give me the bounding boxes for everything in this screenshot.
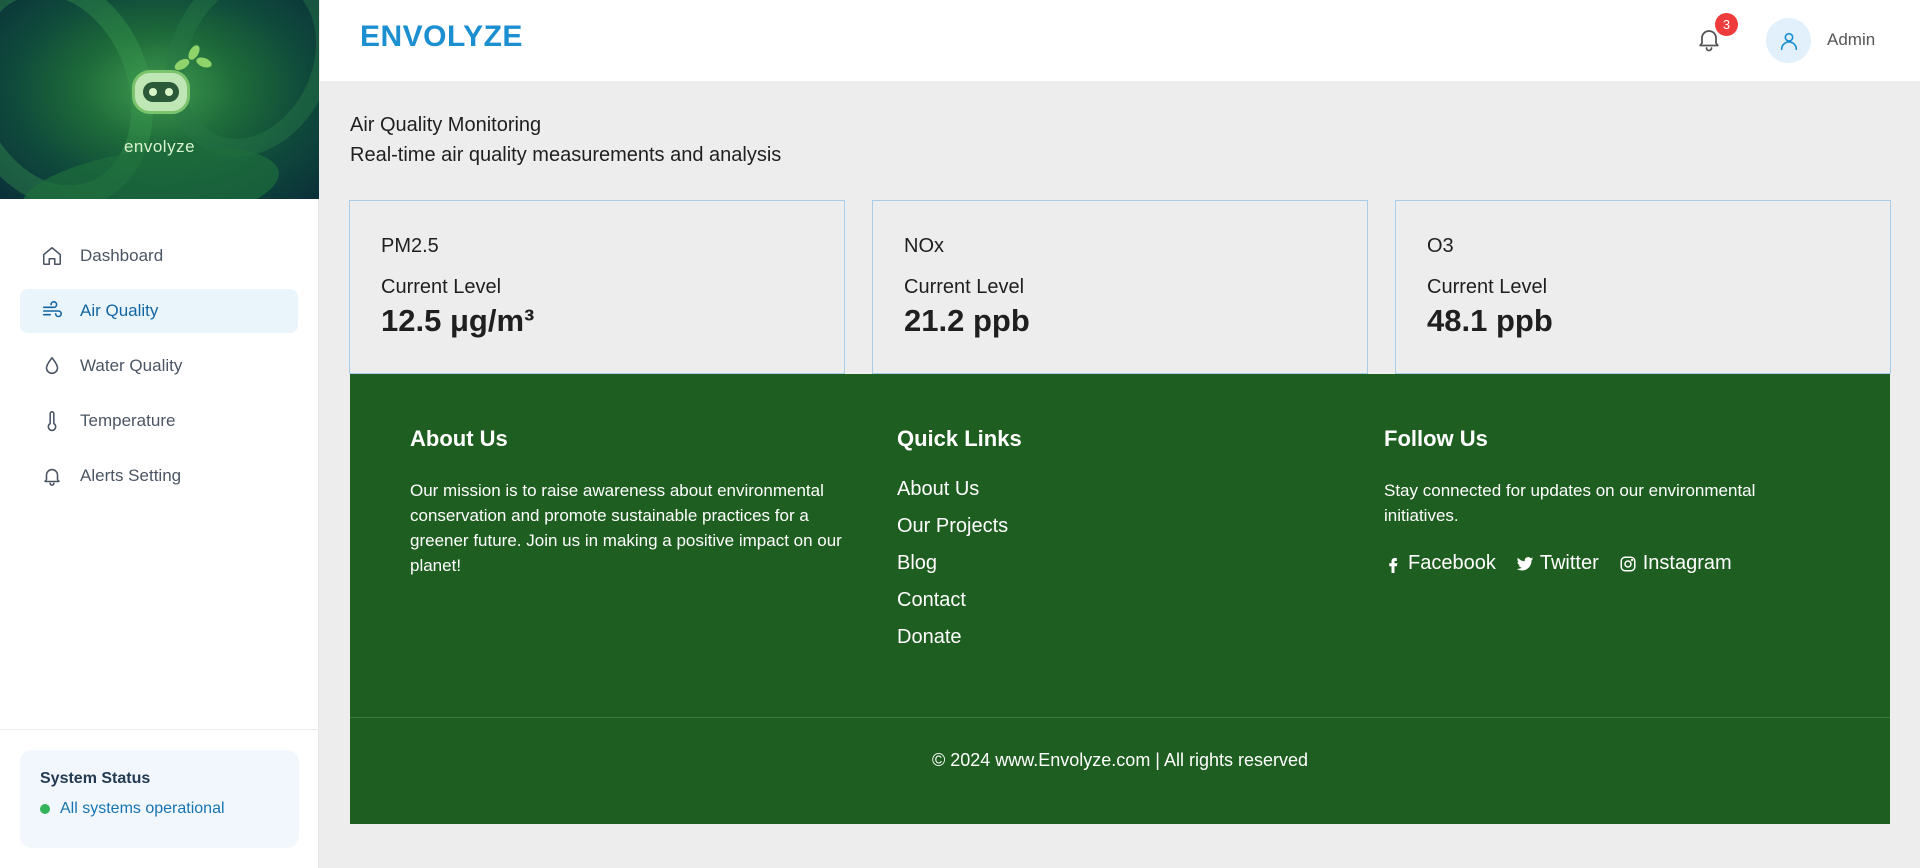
avatar[interactable] <box>1766 18 1811 63</box>
top-header: ENVOLYZE 3 Admin <box>320 0 1920 81</box>
sidebar-nav: Dashboard Air Quality Water Quality Temp… <box>0 199 318 498</box>
sidebar-item-air-quality[interactable]: Air Quality <box>20 289 298 333</box>
robot-logo-icon <box>122 43 214 126</box>
notification-badge: 3 <box>1715 13 1738 36</box>
social-links: Facebook Twitter Instagram <box>1384 552 1824 575</box>
instagram-icon <box>1620 556 1636 571</box>
metric-label: Current Level <box>1427 276 1548 298</box>
metric-name: O3 <box>1427 235 1454 257</box>
sidebar-item-label: Water Quality <box>80 356 183 375</box>
footer: About Us Our mission is to raise awarene… <box>350 374 1890 824</box>
metric-label: Current Level <box>381 276 502 298</box>
metric-value: 21.2 ppb <box>904 303 1030 338</box>
social-label: Facebook <box>1408 552 1496 574</box>
metric-card-o3: O3 Current Level 48.1 ppb <box>1395 200 1891 374</box>
sidebar-item-label: Air Quality <box>80 301 159 320</box>
metric-name: PM2.5 <box>381 235 439 257</box>
footer-follow-text: Stay connected for updates on our enviro… <box>1384 481 1756 525</box>
sidebar-item-water-quality[interactable]: Water Quality <box>20 344 298 388</box>
user-name[interactable]: Admin <box>1827 30 1875 50</box>
social-link-instagram[interactable]: Instagram <box>1619 552 1732 575</box>
sidebar-item-label: Alerts Setting <box>80 466 182 485</box>
social-link-facebook[interactable]: Facebook <box>1384 552 1496 575</box>
status-dot-icon <box>40 804 50 814</box>
system-status-message: All systems operational <box>60 800 225 817</box>
footer-follow-title: Follow Us <box>1384 426 1488 451</box>
footer-link-contact[interactable]: Contact <box>897 589 1297 612</box>
page-subtitle: Real-time air quality measurements and a… <box>350 144 782 166</box>
metric-card-nox: NOx Current Level 21.2 ppb <box>872 200 1368 374</box>
metric-value: 12.5 μg/m³ <box>381 303 535 338</box>
user-icon <box>1780 32 1797 50</box>
wind-icon <box>40 299 64 323</box>
footer-about: About Us Our mission is to raise awarene… <box>410 426 850 578</box>
system-status-title: System Status <box>40 770 151 787</box>
logo-text: envolyze <box>123 137 196 156</box>
divider <box>0 729 319 730</box>
sidebar-item-label: Dashboard <box>80 246 164 265</box>
metric-card-pm25: PM2.5 Current Level 12.5 μg/m³ <box>349 200 845 374</box>
home-icon <box>40 244 64 268</box>
footer-copyright: © 2024 www.Envolyze.com | All rights res… <box>931 750 1309 770</box>
footer-divider <box>350 717 1890 718</box>
sidebar-item-dashboard[interactable]: Dashboard <box>20 234 298 278</box>
logo-banner[interactable]: envolyze <box>0 0 319 199</box>
metric-label: Current Level <box>904 276 1025 298</box>
page-title: Air Quality Monitoring <box>350 114 542 136</box>
footer-about-text: Our mission is to raise awareness about … <box>410 481 842 575</box>
metric-value: 48.1 ppb <box>1427 303 1553 338</box>
footer-quick-links-title: Quick Links <box>897 426 1022 451</box>
metric-name: NOx <box>904 235 944 257</box>
footer-link-about-us[interactable]: About Us <box>897 478 1297 501</box>
footer-about-title: About Us <box>410 426 508 451</box>
brand-title[interactable]: ENVOLYZE <box>360 20 523 54</box>
bell-icon <box>40 464 64 488</box>
footer-quick-links: Quick Links About Us Our Projects Blog C… <box>897 426 1297 663</box>
droplet-icon <box>40 354 64 378</box>
sidebar: envolyze Dashboard Air Quality Water Qua… <box>0 0 319 868</box>
system-status-panel: System Status All systems operational <box>20 750 299 848</box>
sidebar-item-temperature[interactable]: Temperature <box>20 399 298 443</box>
social-label: Instagram <box>1642 552 1732 574</box>
social-label: Twitter <box>1539 552 1599 574</box>
twitter-icon <box>1516 556 1534 570</box>
footer-follow: Follow Us Stay connected for updates on … <box>1384 426 1824 575</box>
sidebar-item-alerts-setting[interactable]: Alerts Setting <box>20 454 298 498</box>
sidebar-item-label: Temperature <box>80 411 176 430</box>
footer-link-our-projects[interactable]: Our Projects <box>897 515 1297 538</box>
footer-link-donate[interactable]: Donate <box>897 626 1297 649</box>
thermometer-icon <box>40 409 64 433</box>
footer-link-blog[interactable]: Blog <box>897 552 1297 575</box>
social-link-twitter[interactable]: Twitter <box>1516 552 1599 575</box>
facebook-icon <box>1389 557 1398 573</box>
